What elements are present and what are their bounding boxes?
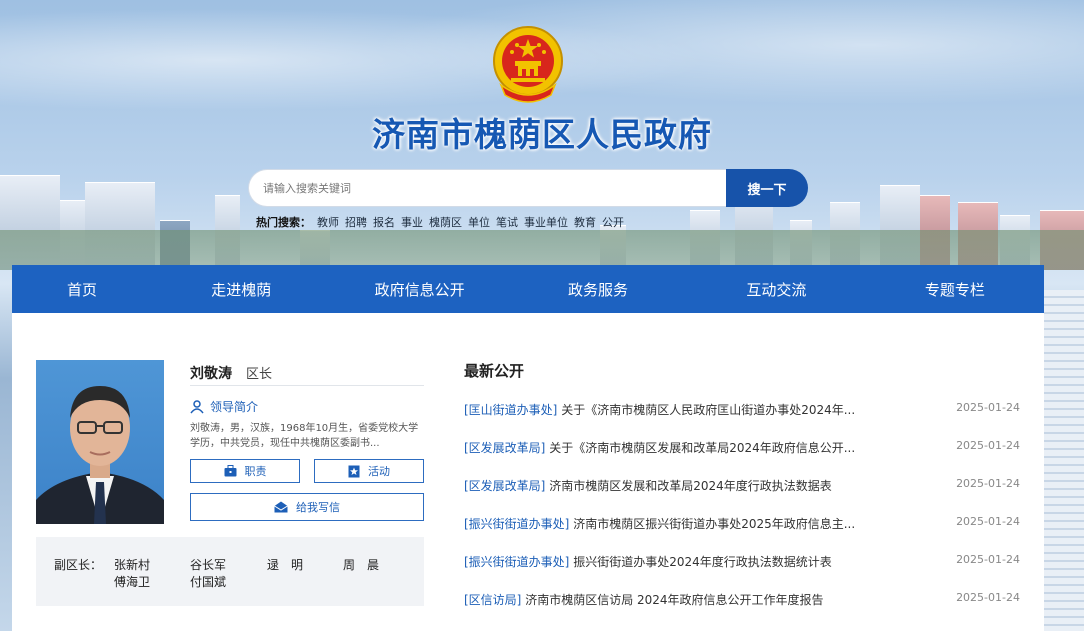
news-date: 2025-01-24 [956,401,1020,414]
news-text: 关于《济南市槐荫区发展和改革局2024年政府信息公开... [549,441,856,455]
hot-search: 热门搜索： 教师 招聘 报名 事业 槐荫区 单位 笔试 事业单位 教育 公开 [256,214,624,230]
news-text: 振兴街街道办事处2024年度行政执法数据统计表 [573,555,832,569]
nav-gov-info[interactable]: 政府信息公开 [330,265,508,313]
right-building [1044,290,1084,631]
hot-keyword[interactable]: 教育 [574,214,596,230]
write-letter-label: 给我写信 [296,501,340,514]
duty-label: 职责 [244,465,267,478]
deputy-name[interactable]: 周 晨 [343,556,379,573]
briefcase-icon [224,465,236,477]
news-headline[interactable]: [区发展改革局] 济南市槐荫区发展和改革局2024年度行政执法数据表 [464,477,884,494]
news-tag: [区发展改革局] [464,479,546,493]
leader-name[interactable]: 刘敬涛 [190,363,232,383]
write-letter-button[interactable]: 给我写信 [190,493,424,521]
news-date: 2025-01-24 [956,477,1020,490]
news-headline[interactable]: [振兴街街道办事处] 济南市槐荫区振兴街街道办事处2025年政府信息主... [464,515,884,532]
news-list: [匡山街道办事处] 关于《济南市槐荫区人民政府匡山街道办事处2024年... 2… [464,401,1020,629]
news-item[interactable]: [匡山街道办事处] 关于《济南市槐荫区人民政府匡山街道办事处2024年... 2… [464,401,1020,439]
deputy-name[interactable]: 谷长军 [190,556,226,573]
nav-interaction[interactable]: 互动交流 [687,265,865,313]
hot-keyword[interactable]: 单位 [468,214,490,230]
news-date: 2025-01-24 [956,553,1020,566]
deputy-name[interactable]: 张新村 [114,556,150,573]
search-button[interactable]: 搜一下 [726,169,808,207]
person-icon [190,399,204,413]
deputy-label: 副区长： [54,558,103,572]
news-date: 2025-01-24 [956,591,1020,604]
leader-info: 刘敬涛 区长 领导简介 刘敬涛，男，汉族，1968年10月生，省委党校大学学历，… [190,360,424,521]
site-title: 济南市槐荫区人民政府 [372,115,712,154]
news-item[interactable]: [振兴街街道办事处] 济南市槐荫区振兴街街道办事处2025年政府信息主... 2… [464,515,1020,553]
nav-home[interactable]: 首页 [12,265,152,313]
news-section-title: 最新公开 [464,362,525,380]
hot-keyword[interactable]: 教师 [317,214,339,230]
main-content: 刘敬涛 区长 领导简介 刘敬涛，男，汉族，1968年10月生，省委党校大学学历，… [12,313,1044,631]
green-strip [0,230,1084,270]
search-input[interactable] [248,169,726,207]
hot-keyword[interactable]: 事业单位 [524,214,568,230]
deputy-name[interactable]: 逯 明 [267,556,303,573]
news-headline[interactable]: [匡山街道办事处] 关于《济南市槐荫区人民政府匡山街道办事处2024年... [464,401,884,418]
news-text: 济南市槐荫区振兴街街道办事处2025年政府信息主... [573,517,856,531]
news-headline[interactable]: [区信访局] 济南市槐荫区信访局 2024年政府信息公开工作年度报告 [464,591,884,608]
deputy-name[interactable]: 付国斌 [190,573,226,590]
leader-photo[interactable] [36,360,164,524]
news-text: 济南市槐荫区发展和改革局2024年度行政执法数据表 [549,479,832,493]
leader-intro-heading: 领导简介 [190,398,424,415]
news-item[interactable]: [区信访局] 济南市槐荫区信访局 2024年政府信息公开工作年度报告 2025-… [464,591,1020,629]
main-nav: 首页 走进槐荫 政府信息公开 政务服务 互动交流 专题专栏 [12,265,1044,313]
news-tag: [匡山街道办事处] [464,403,558,417]
leader-title: 区长 [246,367,273,382]
hot-keyword[interactable]: 招聘 [345,214,367,230]
news-tag: [区信访局] [464,593,522,607]
nav-services[interactable]: 政务服务 [509,265,687,313]
hot-keyword[interactable]: 笔试 [496,214,518,230]
activity-label: 活动 [368,465,390,478]
news-tag: [区发展改革局] [464,441,546,455]
leader-intro-label: 领导简介 [210,400,259,414]
star-flag-icon [348,465,360,477]
news-date: 2025-01-24 [956,515,1020,528]
leader-bio: 刘敬涛，男，汉族，1968年10月生，省委党校大学学历，中共党员，现任中共槐荫区… [190,423,419,449]
news-item[interactable]: [区发展改革局] 济南市槐荫区发展和改革局2024年度行政执法数据表 2025-… [464,477,1020,515]
news-date: 2025-01-24 [956,439,1020,452]
news-tag: [振兴街街道办事处] [464,555,570,569]
hot-keyword[interactable]: 公开 [602,214,624,230]
hot-keyword[interactable]: 槐荫区 [429,214,462,230]
envelope-icon [274,501,288,513]
news-tag: [振兴街街道办事处] [464,517,570,531]
news-headline[interactable]: [振兴街街道办事处] 振兴街街道办事处2024年度行政执法数据统计表 [464,553,884,570]
search-bar: 搜一下 [248,169,808,207]
deputy-name[interactable]: 傅海卫 [114,573,150,590]
news-item[interactable]: [区发展改革局] 关于《济南市槐荫区发展和改革局2024年政府信息公开... 2… [464,439,1020,477]
portrait-icon [36,386,164,524]
news-text: 关于《济南市槐荫区人民政府匡山街道办事处2024年... [561,403,856,417]
news-item[interactable]: [振兴街街道办事处] 振兴街街道办事处2024年度行政执法数据统计表 2025-… [464,553,1020,591]
nav-about[interactable]: 走进槐荫 [152,265,330,313]
activity-button[interactable]: 活动 [314,459,424,483]
news-text: 济南市槐荫区信访局 2024年政府信息公开工作年度报告 [525,593,824,607]
leader-name-row: 刘敬涛 区长 [190,360,424,386]
news-headline[interactable]: [区发展改革局] 关于《济南市槐荫区发展和改革局2024年政府信息公开... [464,439,884,456]
deputy-panel: 副区长： 张新村 谷长军 逯 明 周 晨 傅海卫 付国斌 [36,537,424,606]
hot-keyword[interactable]: 报名 [373,214,395,230]
national-emblem-icon [493,26,563,103]
nav-topics[interactable]: 专题专栏 [866,265,1044,313]
hot-search-label: 热门搜索： [256,216,311,229]
hot-keyword[interactable]: 事业 [401,214,423,230]
latest-news: 最新公开 [匡山街道办事处] 关于《济南市槐荫区人民政府匡山街道办事处2024年… [464,360,1020,629]
leader-buttons: 职责 活动 [190,459,424,483]
duty-button[interactable]: 职责 [190,459,300,483]
